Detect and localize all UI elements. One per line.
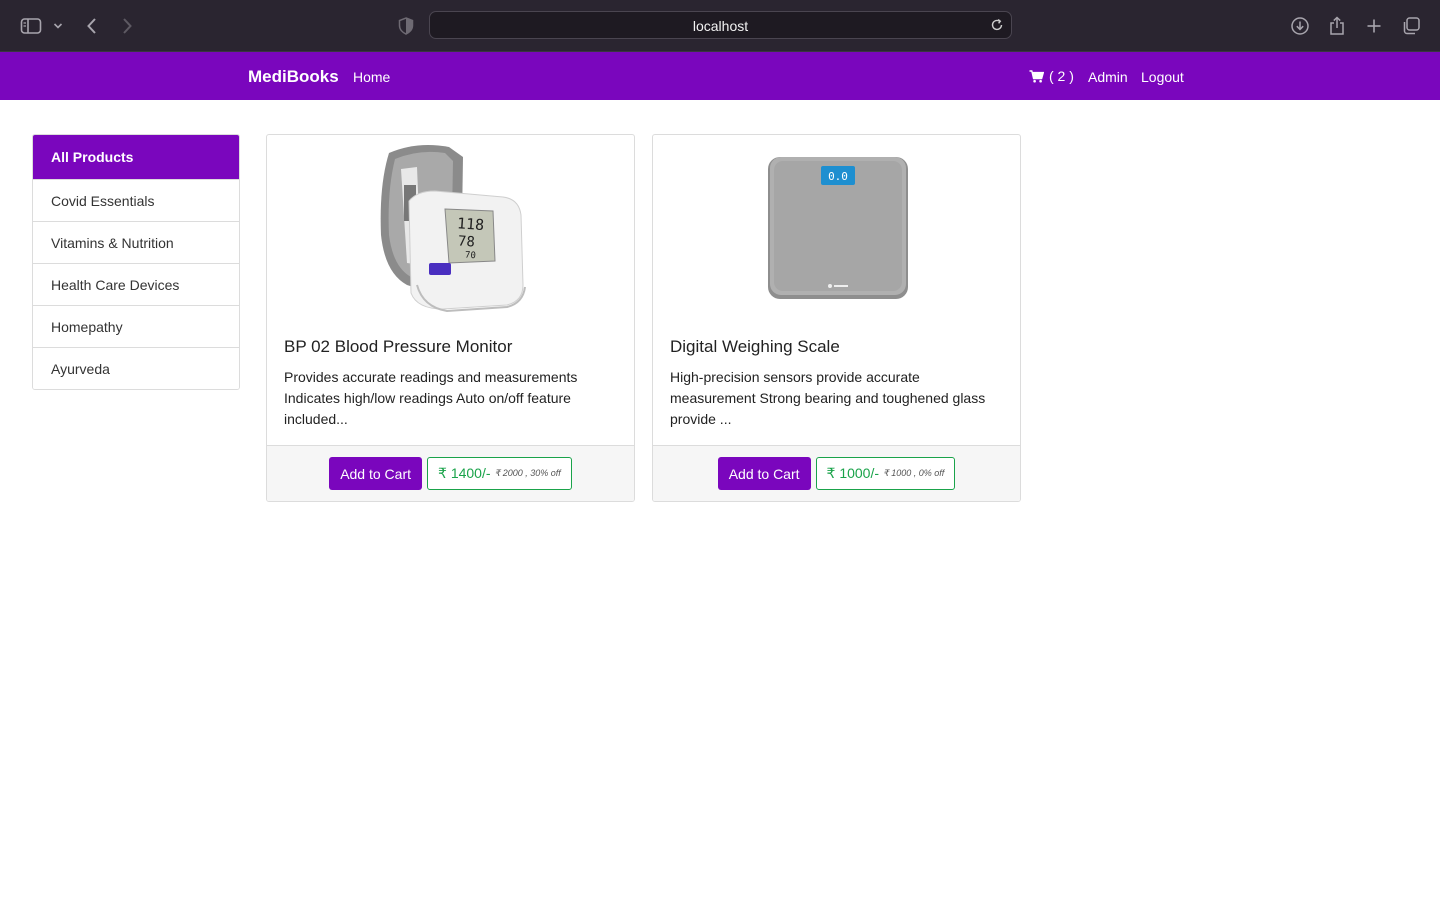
brand-logo[interactable]: MediBooks: [248, 67, 339, 87]
add-to-cart-button[interactable]: Add to Cart: [717, 457, 811, 490]
price-detail: ₹ 2000 , 30% off: [494, 468, 561, 478]
cart-count: ( 2 ): [1049, 68, 1074, 84]
scale-display: 0.0: [828, 170, 848, 183]
price-value: ₹ 1000/-: [826, 465, 880, 481]
sidebar-item-vitamins-nutrition[interactable]: Vitamins & Nutrition: [33, 221, 239, 263]
forward-icon[interactable]: [115, 14, 139, 38]
price-detail: ₹ 1000 , 0% off: [883, 468, 945, 478]
cart-link[interactable]: ( 2 ): [1029, 68, 1074, 84]
tabs-overview-icon[interactable]: [1399, 14, 1423, 38]
reload-icon[interactable]: [987, 15, 1007, 35]
product-description: Provides accurate readings and measureme…: [284, 369, 578, 427]
url-text: localhost: [692, 18, 749, 34]
card-footer: Add to Cart ₹ 1000/- ₹ 1000 , 0% off: [653, 445, 1020, 501]
sidebar-item-covid-essentials[interactable]: Covid Essentials: [33, 179, 239, 221]
product-card: 118 78 70 BP 02 Blood Pressure Monitor P…: [266, 134, 635, 502]
share-icon[interactable]: [1325, 14, 1349, 38]
sidebar-item-homepathy[interactable]: Homepathy: [33, 305, 239, 347]
card-footer: Add to Cart ₹ 1400/- ₹ 2000 , 30% off: [267, 445, 634, 501]
monitor-reading-pulse: 70: [465, 251, 477, 262]
address-bar[interactable]: localhost: [429, 11, 1012, 39]
price-badge: ₹ 1000/- ₹ 1000 , 0% off: [815, 457, 956, 490]
price-value: ₹ 1400/-: [438, 465, 491, 481]
category-sidebar: All Products Covid Essentials Vitamins &…: [32, 134, 240, 390]
sidebar-item-health-care-devices[interactable]: Health Care Devices: [33, 263, 239, 305]
product-title[interactable]: BP 02 Blood Pressure Monitor: [284, 337, 512, 357]
product-image[interactable]: 118 78 70: [267, 135, 634, 325]
navbar: MediBooks Home ( 2 ) Admin Logout: [0, 52, 1440, 100]
monitor-reading-dia: 78: [457, 233, 475, 250]
nav-admin-link[interactable]: Admin: [1088, 69, 1128, 85]
browser-toolbar: localhost: [0, 0, 1440, 52]
new-tab-icon[interactable]: [1362, 14, 1386, 38]
sidebar-item-ayurveda[interactable]: Ayurveda: [33, 347, 239, 389]
nav-home-link[interactable]: Home: [353, 69, 390, 85]
nav-logout-link[interactable]: Logout: [1141, 69, 1184, 85]
sidebar-toggle-icon[interactable]: [19, 14, 43, 38]
product-image[interactable]: 0.0: [653, 135, 1020, 325]
back-icon[interactable]: [80, 14, 104, 38]
chevron-down-icon[interactable]: [48, 14, 68, 38]
shield-icon[interactable]: [394, 14, 418, 38]
product-title[interactable]: Digital Weighing Scale: [670, 337, 840, 357]
price-badge: ₹ 1400/- ₹ 2000 , 30% off: [427, 457, 572, 490]
download-icon[interactable]: [1288, 14, 1312, 38]
cart-icon: [1029, 69, 1044, 82]
monitor-reading-sys: 118: [456, 214, 484, 234]
product-description: High-precision sensors provide accurate …: [670, 369, 986, 427]
product-card: 0.0 Digital Weighing Scale High-precisio…: [652, 134, 1021, 502]
add-to-cart-button[interactable]: Add to Cart: [329, 457, 423, 490]
sidebar-item-all-products[interactable]: All Products: [33, 135, 239, 179]
